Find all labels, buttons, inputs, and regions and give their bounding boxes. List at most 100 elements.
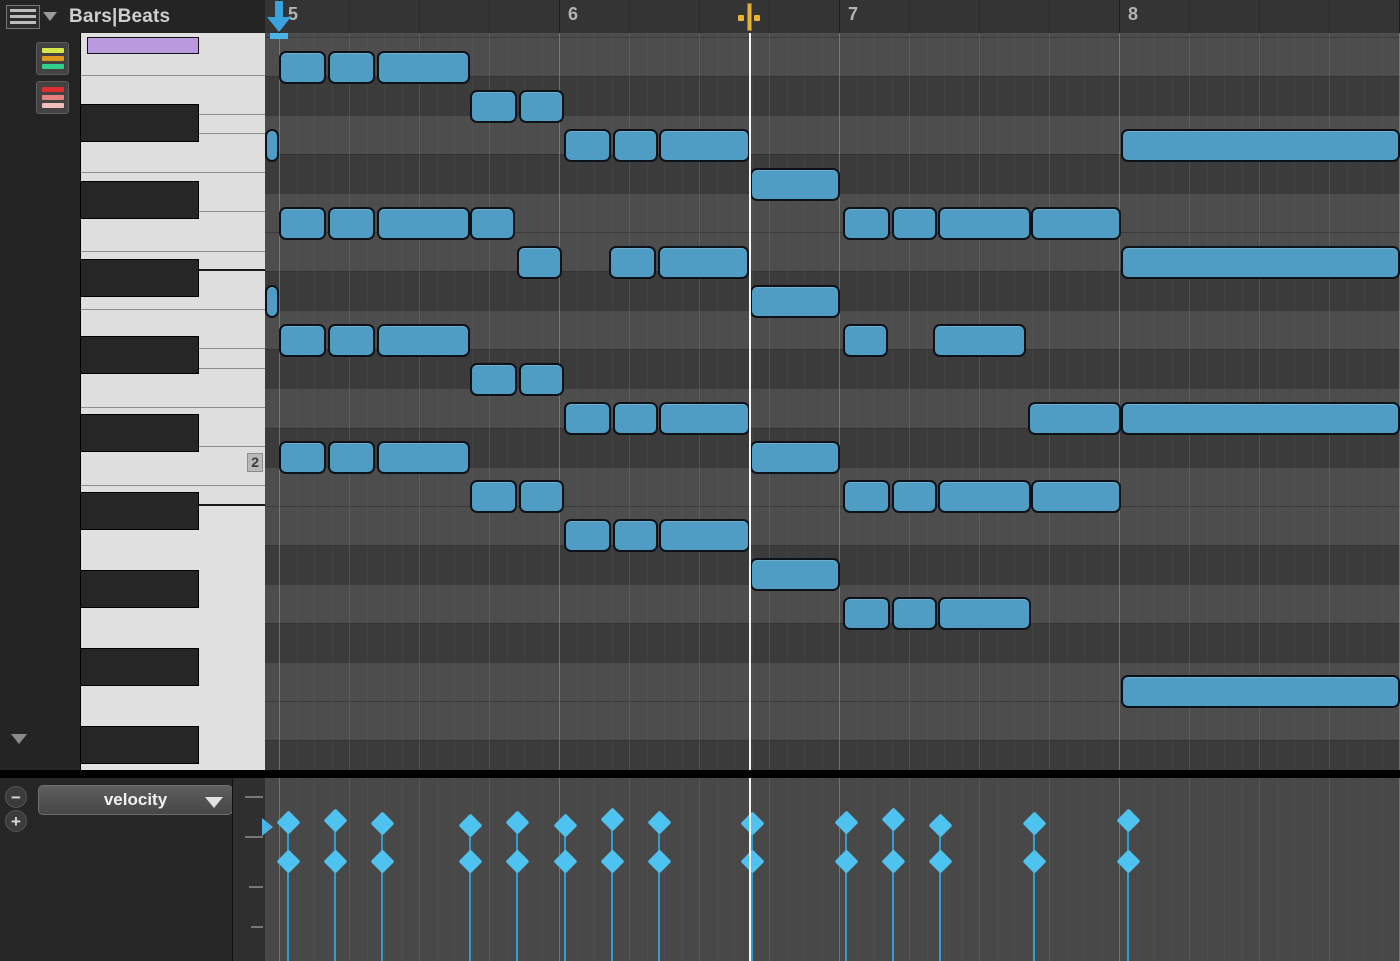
velocity-handle-lower[interactable] xyxy=(880,848,906,874)
velocity-handle-upper[interactable] xyxy=(552,812,578,838)
midi-note[interactable] xyxy=(1031,207,1121,240)
midi-note[interactable] xyxy=(1121,129,1400,162)
midi-note[interactable] xyxy=(750,441,840,474)
midi-note[interactable] xyxy=(470,207,515,240)
velocity-handle-lower[interactable] xyxy=(369,848,395,874)
velocity-handle-upper[interactable] xyxy=(739,810,765,836)
velocity-handle-lower[interactable] xyxy=(1021,848,1047,874)
midi-note[interactable] xyxy=(843,207,890,240)
piano-white-key[interactable] xyxy=(81,447,265,487)
midi-note[interactable] xyxy=(564,402,611,435)
velocity-handle-upper[interactable] xyxy=(1021,810,1047,836)
velocity-handle-lower[interactable] xyxy=(646,848,672,874)
piano-black-key[interactable] xyxy=(81,492,199,530)
velocity-handle-lower[interactable] xyxy=(599,848,625,874)
midi-note[interactable] xyxy=(613,402,658,435)
midi-note[interactable] xyxy=(279,207,326,240)
velocity-handle-upper[interactable] xyxy=(457,812,483,838)
velocity-handle-lower[interactable] xyxy=(322,848,348,874)
midi-note[interactable] xyxy=(843,597,890,630)
velocity-handle-upper[interactable] xyxy=(880,806,906,832)
midi-note[interactable] xyxy=(938,207,1031,240)
velocity-handle-lower[interactable] xyxy=(504,848,530,874)
velocity-handle-lower[interactable] xyxy=(927,848,953,874)
midi-note[interactable] xyxy=(328,441,375,474)
midi-note[interactable] xyxy=(659,129,750,162)
midi-note[interactable] xyxy=(938,597,1031,630)
midi-note[interactable] xyxy=(328,51,375,84)
midi-note[interactable] xyxy=(659,519,750,552)
midi-note[interactable] xyxy=(328,324,375,357)
midi-note[interactable] xyxy=(1121,246,1400,279)
velocity-handle-upper[interactable] xyxy=(833,809,859,835)
piano-black-key[interactable] xyxy=(81,259,199,297)
piano-keyboard[interactable]: 2 xyxy=(80,33,265,770)
midi-note[interactable] xyxy=(279,324,326,357)
midi-note[interactable] xyxy=(519,90,564,123)
piano-black-key[interactable] xyxy=(81,414,199,452)
midi-note[interactable] xyxy=(377,51,470,84)
velocity-handle-lower[interactable] xyxy=(457,848,483,874)
midi-note[interactable] xyxy=(377,207,470,240)
velocity-handle-lower[interactable] xyxy=(833,848,859,874)
midi-note[interactable] xyxy=(613,519,658,552)
midi-note[interactable] xyxy=(750,168,840,201)
midi-note[interactable] xyxy=(933,324,1026,357)
velocity-handle-lower[interactable] xyxy=(739,848,765,874)
midi-note[interactable] xyxy=(843,324,888,357)
midi-note[interactable] xyxy=(609,246,656,279)
midi-note[interactable] xyxy=(1121,675,1400,708)
midi-note[interactable] xyxy=(377,324,470,357)
midi-note[interactable] xyxy=(377,441,470,474)
midi-note[interactable] xyxy=(328,207,375,240)
midi-note[interactable] xyxy=(750,285,840,318)
piano-black-key[interactable] xyxy=(81,336,199,374)
midi-note[interactable] xyxy=(658,246,749,279)
piano-black-key[interactable] xyxy=(81,726,199,764)
piano-black-key[interactable] xyxy=(81,648,199,686)
chevron-down-icon[interactable] xyxy=(205,797,223,808)
midi-note[interactable] xyxy=(892,597,937,630)
midi-note[interactable] xyxy=(613,129,658,162)
midi-note[interactable] xyxy=(564,519,611,552)
midi-note[interactable] xyxy=(517,246,562,279)
midi-note[interactable] xyxy=(1031,480,1121,513)
velocity-handle-upper[interactable] xyxy=(646,809,672,835)
midi-note[interactable] xyxy=(265,129,279,162)
midi-note[interactable] xyxy=(892,207,937,240)
zoom-in-button[interactable]: + xyxy=(5,810,27,832)
zoom-out-button[interactable]: − xyxy=(5,786,27,808)
midi-note[interactable] xyxy=(564,129,611,162)
midi-note[interactable] xyxy=(843,480,890,513)
velocity-color-button[interactable] xyxy=(36,81,69,114)
midi-note[interactable] xyxy=(1121,402,1400,435)
piano-white-key[interactable] xyxy=(81,368,265,408)
midi-note[interactable] xyxy=(519,363,564,396)
hamburger-icon[interactable] xyxy=(6,4,40,29)
midi-note[interactable] xyxy=(750,558,840,591)
note-color-button[interactable] xyxy=(36,42,69,75)
midi-note[interactable] xyxy=(892,480,937,513)
midi-note[interactable] xyxy=(938,480,1031,513)
caret-down-icon[interactable] xyxy=(43,12,57,21)
velocity-handle-upper[interactable] xyxy=(927,812,953,838)
piano-black-key[interactable] xyxy=(81,103,199,142)
midi-note[interactable] xyxy=(265,285,279,318)
velocity-handle-upper[interactable] xyxy=(369,810,395,836)
velocity-lane-select[interactable]: velocity xyxy=(38,785,233,815)
velocity-handle-upper[interactable] xyxy=(504,809,530,835)
midi-note[interactable] xyxy=(279,441,326,474)
note-grid[interactable] xyxy=(265,33,1400,770)
midi-note[interactable] xyxy=(659,402,750,435)
midi-note[interactable] xyxy=(1028,402,1121,435)
midi-note[interactable] xyxy=(279,51,326,84)
timeline-ruler[interactable]: 5 6 7 8 xyxy=(265,0,1400,33)
velocity-handle-upper[interactable] xyxy=(322,807,348,833)
midi-note[interactable] xyxy=(470,363,517,396)
velocity-grid[interactable] xyxy=(265,778,1400,961)
position-marker[interactable] xyxy=(738,3,760,31)
midi-note[interactable] xyxy=(519,480,564,513)
midi-note[interactable] xyxy=(470,480,517,513)
piano-black-key[interactable] xyxy=(81,570,199,608)
velocity-handle-lower[interactable] xyxy=(552,848,578,874)
